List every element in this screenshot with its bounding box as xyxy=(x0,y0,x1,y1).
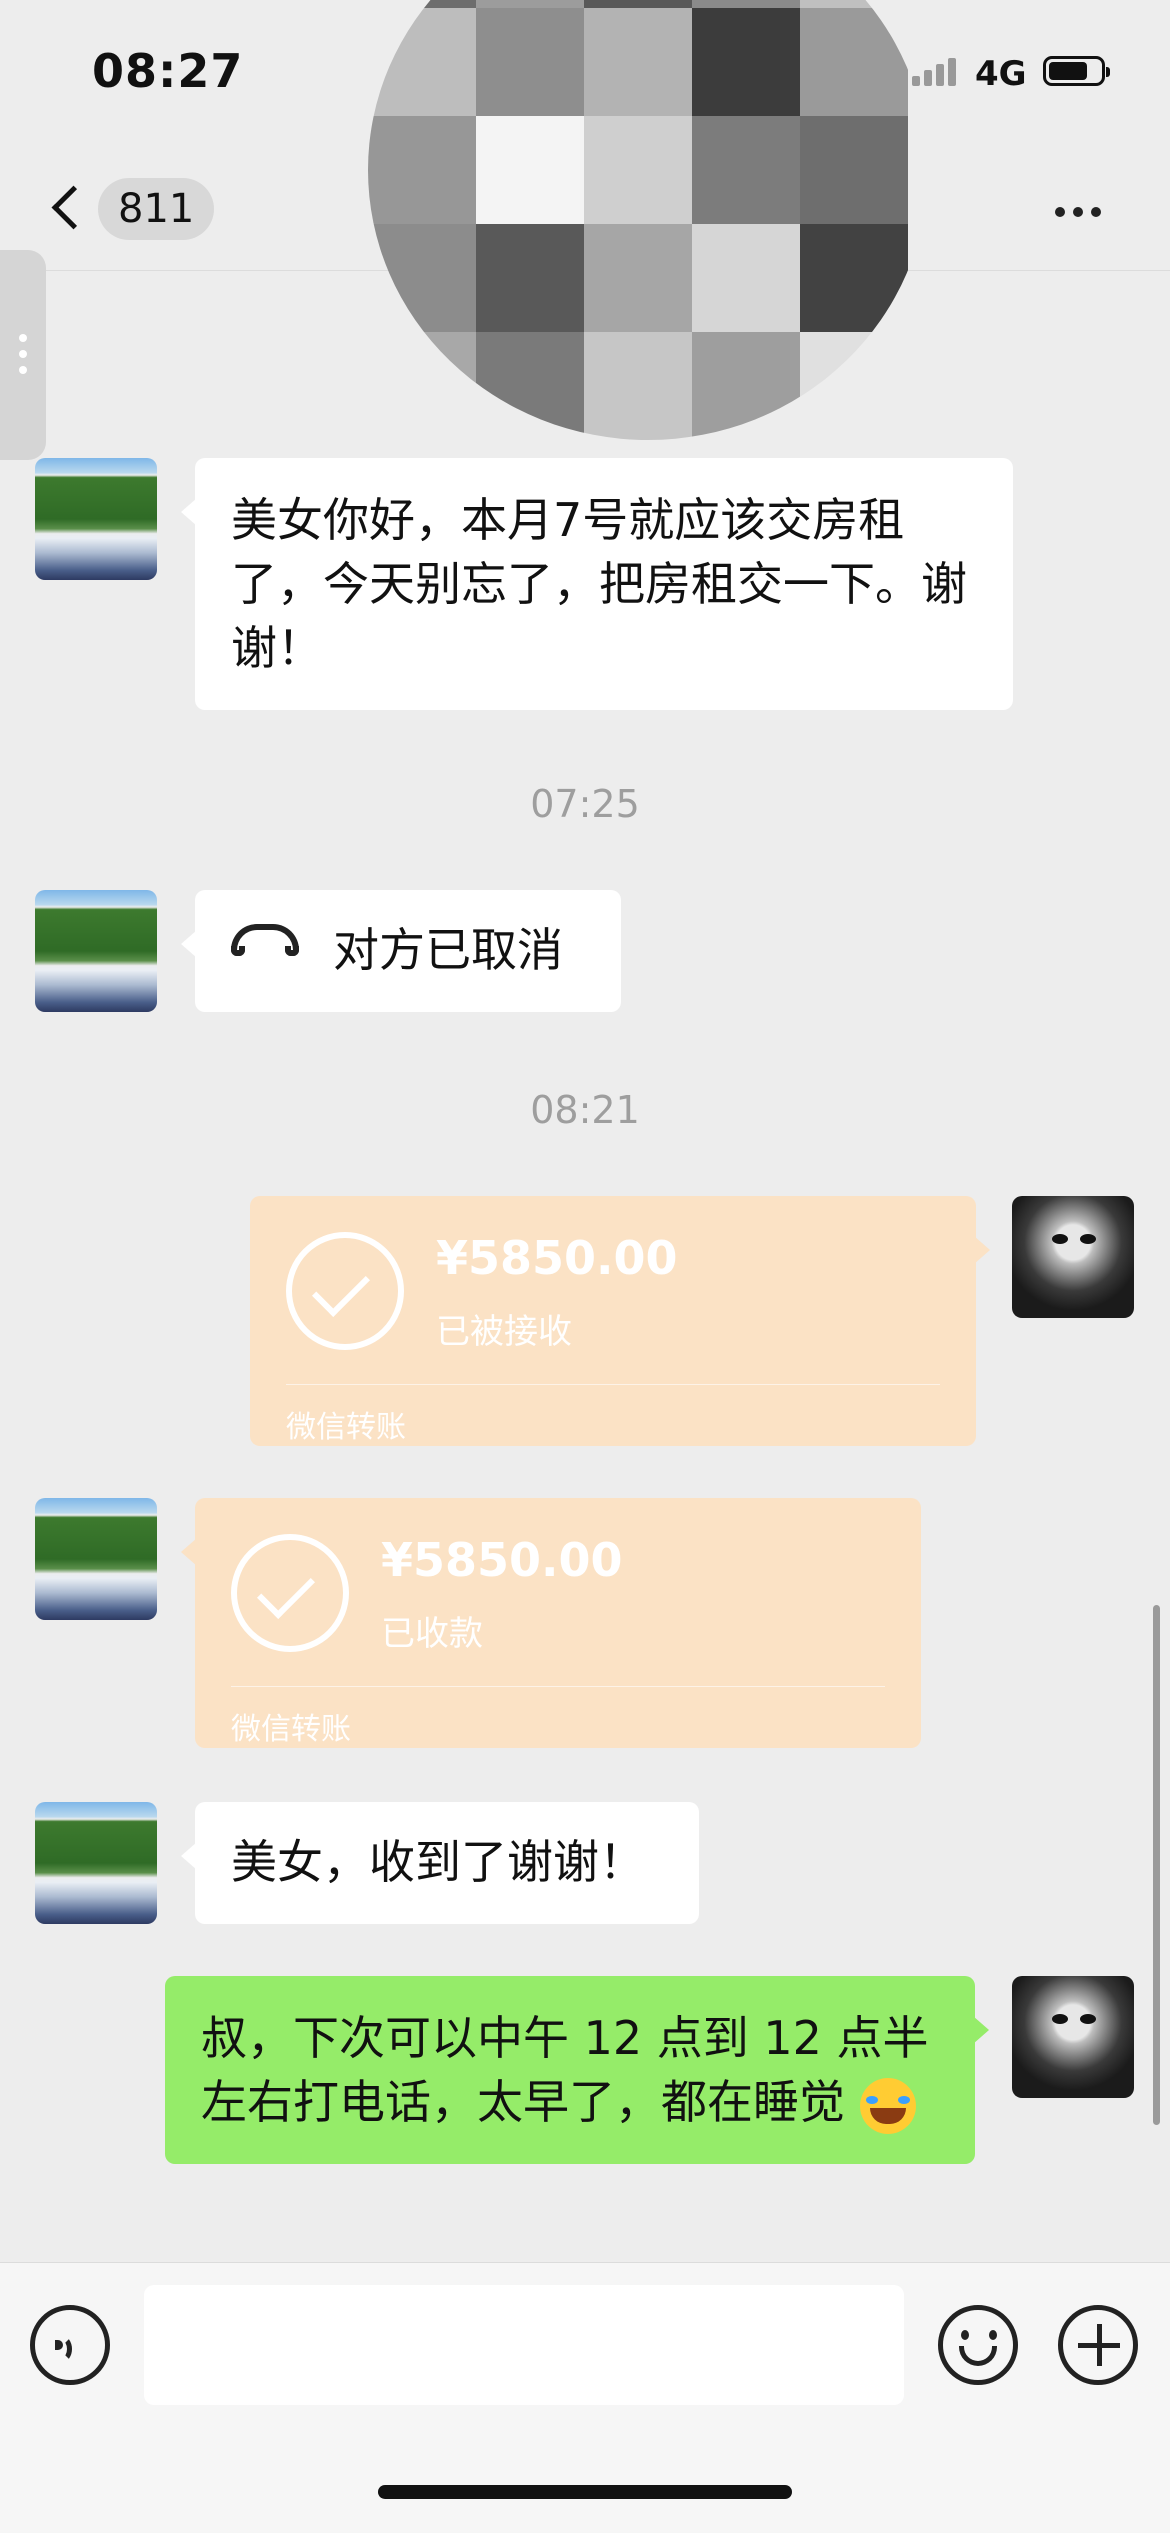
status-time: 08:27 xyxy=(92,44,244,98)
message-text: 叔，下次可以中午 12 点到 12 点半左右打电话，太早了，都在睡觉 xyxy=(201,2011,929,2129)
transfer-card-received[interactable]: ¥5850.00 已收款 微信转账 xyxy=(181,1498,921,1748)
more-options-icon[interactable] xyxy=(1055,202,1109,221)
home-indicator[interactable] xyxy=(378,2485,792,2499)
network-label: 4G xyxy=(975,54,1027,94)
unread-count-badge[interactable]: 811 xyxy=(98,178,215,240)
message-text: 美女，收到了谢谢！ xyxy=(231,1835,645,1889)
side-drawer-handle[interactable] xyxy=(0,250,46,460)
received-message-bubble[interactable]: 美女你好，本月7号就应该交房租了，今天别忘了，把房租交一下。谢谢！ xyxy=(181,458,1013,710)
message-text: 美女你好，本月7号就应该交房租了，今天别忘了，把房租交一下。谢谢！ xyxy=(231,493,967,675)
checkmark-circle-icon xyxy=(231,1534,349,1652)
contact-avatar[interactable] xyxy=(35,1802,157,1924)
transfer-amount: ¥5850.00 xyxy=(381,1533,623,1587)
face-with-hand-over-mouth-emoji xyxy=(859,2077,916,2134)
call-record-bubble[interactable]: 对方已取消 xyxy=(181,890,621,1012)
contact-avatar[interactable] xyxy=(35,458,157,580)
back-icon[interactable] xyxy=(46,182,86,238)
message-input[interactable] xyxy=(144,2285,904,2405)
contact-avatar[interactable] xyxy=(35,890,157,1012)
hangup-phone-icon xyxy=(231,924,299,956)
voice-icon[interactable] xyxy=(30,2305,110,2385)
transfer-amount: ¥5850.00 xyxy=(436,1231,678,1285)
transfer-status: 已被接收 xyxy=(436,1312,572,1352)
timestamp: 08:21 xyxy=(530,1088,640,1132)
scrollbar[interactable] xyxy=(1153,1605,1160,2125)
transfer-card-sent[interactable]: ¥5850.00 已被接收 微信转账 xyxy=(250,1196,990,1446)
checkmark-circle-icon xyxy=(286,1232,404,1350)
mosaic-blur-overlay xyxy=(368,0,928,440)
received-message-bubble[interactable]: 美女，收到了谢谢！ xyxy=(181,1802,699,1924)
emoji-icon[interactable] xyxy=(938,2305,1018,2385)
call-status-text: 对方已取消 xyxy=(333,923,563,977)
divider xyxy=(231,1686,885,1687)
my-avatar[interactable] xyxy=(1012,1976,1134,2098)
battery-icon xyxy=(1043,56,1110,86)
transfer-footer: 微信转账 xyxy=(231,1712,351,1747)
timestamp: 07:25 xyxy=(530,782,640,826)
plus-icon[interactable] xyxy=(1058,2305,1138,2385)
contact-avatar[interactable] xyxy=(35,1498,157,1620)
divider xyxy=(286,1384,940,1385)
sent-message-bubble[interactable]: 叔，下次可以中午 12 点到 12 点半左右打电话，太早了，都在睡觉 xyxy=(165,1976,989,2164)
transfer-status: 已收款 xyxy=(381,1614,483,1654)
my-avatar[interactable] xyxy=(1012,1196,1134,1318)
transfer-footer: 微信转账 xyxy=(286,1410,406,1445)
signal-icon xyxy=(912,58,960,86)
